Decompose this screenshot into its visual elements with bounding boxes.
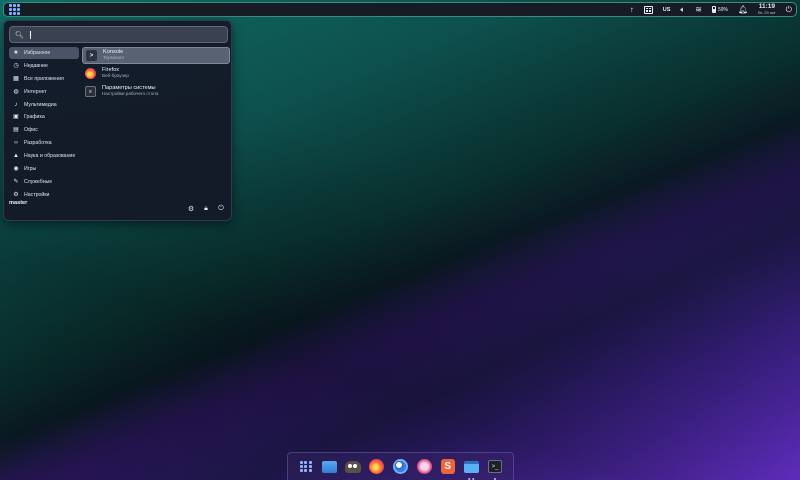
dock-sublime-text[interactable]: S [440, 459, 456, 475]
star-icon: ★ [13, 50, 19, 56]
window-icon [463, 460, 479, 473]
app-system-settings[interactable]: ≡ Параметры системы Настройки рабочего с… [82, 83, 230, 100]
category-label: Настройки [24, 191, 50, 198]
user-name[interactable]: master [9, 200, 27, 206]
lock-icon[interactable]: 🔒︎ [202, 205, 210, 213]
category-label: Недавние [24, 62, 48, 69]
clock-icon: ◷ [13, 62, 19, 69]
volume-icon[interactable]: 🔈︎ [680, 5, 685, 14]
category-utilities[interactable]: ✎ Служебные [9, 176, 79, 188]
category-office[interactable]: ▤ Офис [9, 124, 79, 136]
app-firefox[interactable]: Firefox Веб-браузер [82, 65, 230, 82]
app-description: Терминал [103, 55, 125, 61]
sublime-icon: S [440, 459, 455, 474]
dock-terminal[interactable]: >_ [487, 459, 503, 480]
category-label: Все приложения [24, 75, 64, 82]
category-graphics[interactable]: ▣ Графика [9, 111, 79, 123]
category-label: Наука и образование [24, 153, 76, 160]
app-grid-icon [299, 460, 312, 473]
graduation-icon: ▲ [13, 153, 19, 160]
category-label: Разработка [24, 140, 52, 147]
dock-app[interactable] [416, 459, 432, 475]
keyboard-layout-icon[interactable] [643, 5, 653, 14]
category-all-apps[interactable]: ▦ Все приложения [9, 73, 79, 85]
gamepad-icon: ◉ [13, 166, 19, 173]
category-label: Избранное [24, 50, 51, 56]
category-games[interactable]: ◉ Игры [9, 163, 79, 175]
bell-icon[interactable]: 🔔︎ [738, 5, 748, 14]
music-icon: ♪ [14, 101, 18, 108]
wifi-icon[interactable]: ≋ [695, 5, 702, 14]
grid-icon: ▦ [13, 75, 19, 82]
app-konsole[interactable]: > Konsole Терминал [82, 47, 230, 64]
dock-chromium[interactable] [392, 459, 408, 475]
battery-indicator[interactable]: 59% [711, 6, 728, 13]
battery-percent: 59% [717, 6, 728, 13]
dock-files[interactable] [321, 459, 337, 475]
category-favorites[interactable]: ★ Избранное [9, 47, 79, 59]
category-science[interactable]: ▲ Наука и образование [9, 150, 79, 162]
firefox-icon [369, 459, 385, 474]
clock[interactable]: 11:19 Вт, 29 окт [758, 4, 776, 15]
category-internet[interactable]: ◍ Интернет [9, 86, 79, 98]
arrow-up-icon[interactable]: ↑ [630, 5, 634, 14]
system-settings-icon: ≡ [85, 86, 96, 97]
dock: S >_ [287, 452, 514, 480]
gear-icon[interactable]: ⚙ [187, 205, 195, 213]
gear-icon: ⚙ [13, 191, 19, 198]
search-icon: 🔍︎ [15, 31, 24, 39]
globe-icon: ◍ [13, 88, 19, 95]
search-input[interactable] [36, 28, 227, 41]
dock-window-manager[interactable] [463, 459, 479, 480]
pink-circle-icon [416, 459, 432, 474]
chromium-icon [392, 459, 408, 474]
gimp-icon [345, 460, 362, 473]
battery-icon [711, 6, 716, 13]
category-list: ★ Избранное ◷ Недавние ▦ Все приложения … [9, 47, 79, 202]
category-recent[interactable]: ◷ Недавние [9, 60, 79, 72]
running-indicator [468, 477, 475, 480]
power-icon[interactable]: ⏻ [217, 205, 225, 213]
category-label: Игры [24, 166, 37, 173]
app-grid-icon[interactable] [8, 4, 20, 16]
system-tray: ↑ US 🔈︎ ≋ 59% 🔔︎ 11:19 Вт, 29 окт ⏻ [630, 4, 792, 15]
top-panel: ↑ US 🔈︎ ≋ 59% 🔔︎ 11:19 Вт, 29 окт ⏻ [3, 2, 797, 17]
firefox-icon [85, 68, 96, 79]
app-list: > Konsole Терминал Firefox Веб-браузер ≡… [82, 47, 230, 101]
category-label: Мультимедиа [24, 101, 57, 108]
konsole-icon: > [86, 50, 97, 61]
keyboard-language[interactable]: US [663, 7, 671, 13]
power-icon[interactable]: ⏻ [786, 5, 792, 14]
search-field[interactable]: 🔍︎ [9, 26, 228, 43]
document-icon: ▤ [13, 127, 19, 134]
category-label: Офис [24, 127, 38, 134]
code-icon: ‹› [14, 140, 18, 147]
dock-app-launcher[interactable] [298, 459, 314, 475]
text-cursor [29, 30, 31, 39]
menu-footer: master ⚙ 🔒︎ ⏻ [9, 200, 225, 216]
dock-gimp[interactable] [345, 459, 362, 475]
terminal-icon: >_ [488, 460, 503, 473]
app-description: Веб-браузер [102, 73, 129, 79]
clock-date: Вт, 29 окт [758, 9, 776, 15]
running-indicator [494, 477, 497, 480]
application-menu: 🔍︎ ★ Избранное ◷ Недавние ▦ Все приложен… [3, 20, 232, 221]
app-description: Настройки рабочего стола [102, 91, 159, 97]
dock-firefox[interactable] [369, 459, 385, 475]
category-development[interactable]: ‹› Разработка [9, 137, 79, 149]
category-multimedia[interactable]: ♪ Мультимедиа [9, 99, 79, 111]
category-label: Графика [24, 114, 45, 121]
category-label: Интернет [24, 88, 47, 95]
category-label: Служебные [24, 178, 53, 185]
category-settings[interactable]: ⚙ Настройки [9, 189, 79, 201]
image-icon: ▣ [13, 114, 19, 121]
folder-icon [321, 460, 337, 473]
wrench-icon: ✎ [13, 178, 19, 185]
